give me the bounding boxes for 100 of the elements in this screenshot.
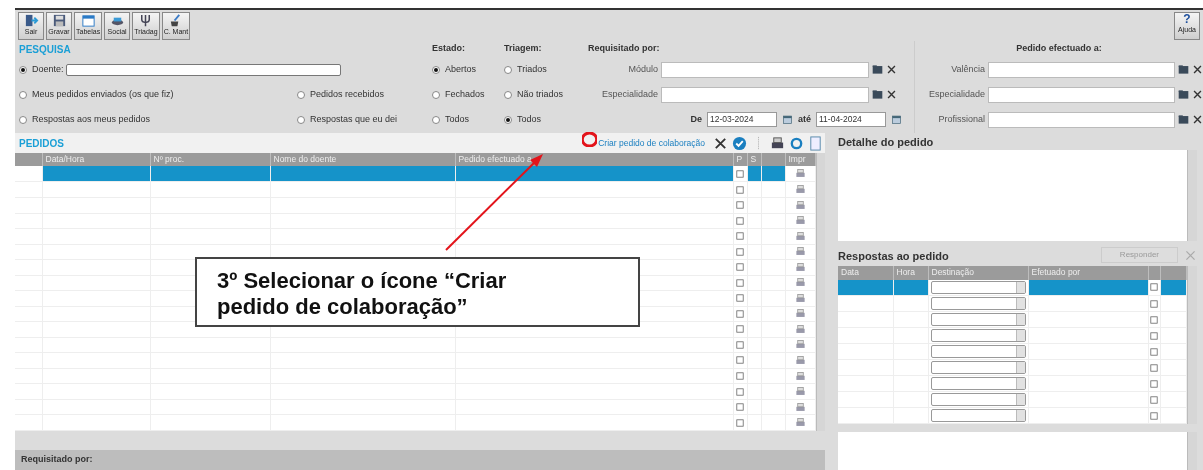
checkbox-icon[interactable] <box>1150 283 1158 292</box>
checkbox-icon[interactable] <box>1150 347 1158 356</box>
column-header[interactable]: Data/Hora <box>42 153 150 167</box>
checkbox-icon[interactable] <box>736 418 744 427</box>
document-icon[interactable] <box>808 135 823 151</box>
panel-title: Detalhe do pedido <box>838 134 935 150</box>
radio-button[interactable] <box>19 115 27 124</box>
folder-icon[interactable] <box>872 89 883 100</box>
date-field[interactable]: 11-04-2024 <box>816 112 886 127</box>
clear-icon[interactable] <box>1192 114 1203 125</box>
dropdown-field[interactable] <box>930 393 1026 407</box>
checkbox-icon[interactable] <box>736 387 744 396</box>
column-header[interactable]: Pedido efectuado a <box>455 153 733 167</box>
column-header[interactable]: Impr <box>785 153 815 167</box>
folder-icon[interactable] <box>1178 89 1189 100</box>
dropdown-field[interactable] <box>930 281 1026 295</box>
dropdown-field[interactable] <box>930 409 1026 423</box>
exit-icon <box>23 12 39 28</box>
radio-label: Triados <box>517 62 547 76</box>
panel-title: Respostas ao pedido <box>838 248 949 264</box>
calendar-icon[interactable] <box>782 114 793 125</box>
create-request-button[interactable]: Criar pedido de colaboração <box>594 136 709 150</box>
radio-button[interactable] <box>504 65 512 74</box>
checkbox-icon[interactable] <box>736 216 744 225</box>
clear-icon[interactable] <box>1192 64 1203 75</box>
group-title: Requisitado por: <box>588 42 661 56</box>
radio-button[interactable] <box>19 65 27 74</box>
dropdown-field[interactable] <box>930 297 1026 311</box>
column-header[interactable]: Destinação <box>928 265 1028 280</box>
radio-button[interactable] <box>432 65 440 74</box>
text-area[interactable] <box>838 150 1197 241</box>
checkbox-icon[interactable] <box>1150 315 1158 324</box>
checkbox-icon[interactable] <box>736 185 744 194</box>
text-area[interactable] <box>838 431 1197 470</box>
checkbox-icon[interactable] <box>1150 411 1158 420</box>
scrollbar[interactable] <box>815 153 825 431</box>
radio-label: Fechados <box>445 87 485 101</box>
checkbox-icon[interactable] <box>736 340 744 349</box>
checkbox-icon[interactable] <box>736 309 744 318</box>
footer-label: Requisitado por: <box>21 453 93 467</box>
field-label: Especialidade <box>927 87 985 101</box>
checkbox-icon[interactable] <box>736 169 744 178</box>
close-icon[interactable] <box>713 135 728 151</box>
input-field[interactable] <box>988 61 1175 78</box>
radio-button[interactable] <box>297 90 305 99</box>
input-field[interactable] <box>661 86 869 103</box>
radio-button[interactable] <box>297 115 305 124</box>
dropdown-field[interactable] <box>930 377 1026 391</box>
column-header[interactable]: Data <box>838 265 893 280</box>
checkbox-icon[interactable] <box>1150 379 1158 388</box>
folder-icon[interactable] <box>1178 64 1189 75</box>
group-title: Pedido efectuado a: <box>1016 43 1102 54</box>
dropdown-field[interactable] <box>930 345 1026 359</box>
calendar-icon[interactable] <box>891 114 902 125</box>
input-field[interactable] <box>988 86 1175 103</box>
checkbox-icon[interactable] <box>1150 363 1158 372</box>
column-header[interactable]: Nº proc. <box>150 153 270 167</box>
clear-icon[interactable] <box>886 89 897 100</box>
checkbox-icon[interactable] <box>1150 395 1158 404</box>
date-label: até <box>798 112 811 126</box>
checkbox-icon[interactable] <box>736 403 744 412</box>
checkbox-icon[interactable] <box>736 263 744 272</box>
scrollbar[interactable] <box>1187 431 1197 470</box>
refresh-icon[interactable] <box>789 135 804 151</box>
checkbox-icon[interactable] <box>1150 331 1158 340</box>
scrollbar[interactable] <box>1187 265 1197 424</box>
date-field[interactable]: 12-03-2024 <box>707 112 777 127</box>
group-title: Triagem: <box>504 42 543 56</box>
dropdown-field[interactable] <box>930 329 1026 343</box>
dropdown-field[interactable] <box>930 313 1026 327</box>
checkbox-icon[interactable] <box>736 294 744 303</box>
clear-icon[interactable] <box>886 64 897 75</box>
folder-icon[interactable] <box>1178 114 1189 125</box>
checkbox-icon[interactable] <box>736 325 744 334</box>
checkbox-icon[interactable] <box>736 278 744 287</box>
checkbox-icon[interactable] <box>1150 299 1158 308</box>
checkbox-icon[interactable] <box>736 232 744 241</box>
radio-label: Respostas que eu dei <box>310 112 398 126</box>
patient-field[interactable] <box>65 63 341 76</box>
radio-button[interactable] <box>432 115 440 124</box>
input-field[interactable] <box>988 111 1175 128</box>
checkbox-icon[interactable] <box>736 372 744 380</box>
radio-button[interactable] <box>432 90 440 99</box>
dropdown-field[interactable] <box>930 361 1026 375</box>
column-header[interactable]: Efetuado por <box>1028 265 1148 280</box>
column-header[interactable]: Hora <box>893 265 928 280</box>
checkbox-icon[interactable] <box>736 356 744 365</box>
check-circle-icon[interactable] <box>732 135 747 151</box>
clear-icon[interactable] <box>1192 89 1203 100</box>
folder-icon[interactable] <box>872 64 883 75</box>
checkbox-icon[interactable] <box>736 201 744 210</box>
printer-icon[interactable] <box>770 135 785 151</box>
radio-button[interactable] <box>19 90 27 99</box>
input-field[interactable] <box>661 61 869 78</box>
column-header[interactable]: Nome do doente <box>270 153 455 167</box>
radio-button[interactable] <box>504 90 512 99</box>
radio-label: Não triados <box>517 87 564 101</box>
scrollbar[interactable] <box>1187 150 1197 241</box>
radio-button[interactable] <box>504 115 512 124</box>
checkbox-icon[interactable] <box>736 247 744 256</box>
